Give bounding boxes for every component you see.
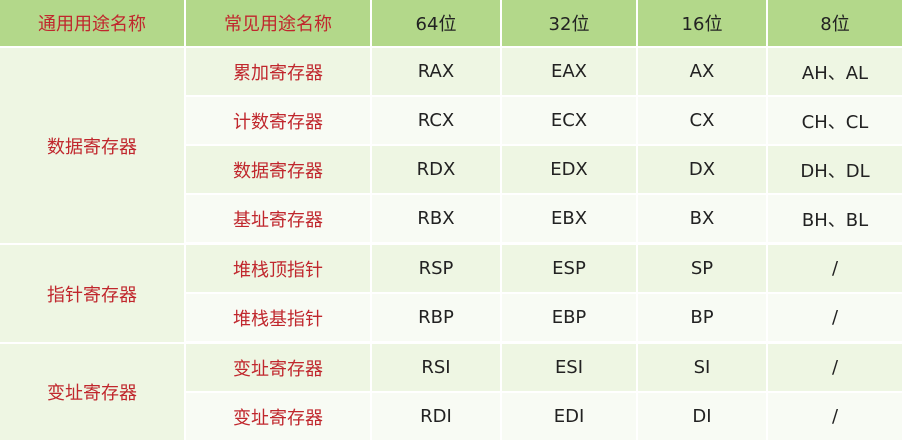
reg64-cell: RBP: [372, 294, 502, 344]
reg64-cell: RSI: [372, 344, 502, 393]
table-header: 通用用途名称 常见用途名称 64位 32位 16位 8位: [0, 0, 902, 48]
reg32-cell: EBP: [502, 294, 638, 344]
group-name-data-registers: 数据寄存器: [0, 48, 186, 245]
reg8-cell: /: [768, 294, 902, 344]
register-table: 通用用途名称 常见用途名称 64位 32位 16位 8位 数据寄存器 累加寄存器…: [0, 0, 902, 442]
table-body: 数据寄存器 累加寄存器 RAX EAX AX AH、AL 计数寄存器 RCX E…: [0, 48, 902, 442]
reg8-cell: /: [768, 393, 902, 442]
reg8-cell: AH、AL: [768, 48, 902, 97]
table-row: 数据寄存器 累加寄存器 RAX EAX AX AH、AL: [0, 48, 902, 245]
header-32bit: 32位: [502, 0, 638, 48]
table-row: 指针寄存器 堆栈顶指针 RSP ESP SP /: [0, 245, 902, 344]
reg8-cell: DH、DL: [768, 146, 902, 195]
reg8-cell: /: [768, 245, 902, 294]
reg16-cell: AX: [638, 48, 768, 97]
reg32-cell: EDX: [502, 146, 638, 195]
reg16-cell: BP: [638, 294, 768, 344]
purpose-cell: 数据寄存器: [186, 146, 372, 195]
reg32-cell: ECX: [502, 97, 638, 146]
reg64-cell: RBX: [372, 195, 502, 245]
reg64-cell: RAX: [372, 48, 502, 97]
reg16-cell: SP: [638, 245, 768, 294]
reg16-cell: BX: [638, 195, 768, 245]
reg32-cell: EBX: [502, 195, 638, 245]
purpose-cell: 计数寄存器: [186, 97, 372, 146]
reg64-cell: RDX: [372, 146, 502, 195]
purpose-cell: 累加寄存器: [186, 48, 372, 97]
purpose-cell: 基址寄存器: [186, 195, 372, 245]
reg16-cell: DX: [638, 146, 768, 195]
header-common-purpose: 常见用途名称: [186, 0, 372, 48]
reg32-cell: ESP: [502, 245, 638, 294]
reg64-cell: RDI: [372, 393, 502, 442]
reg64-cell: RCX: [372, 97, 502, 146]
group-name-index-registers: 变址寄存器: [0, 344, 186, 442]
reg8-cell: CH、CL: [768, 97, 902, 146]
header-row: 通用用途名称 常见用途名称 64位 32位 16位 8位: [0, 0, 902, 48]
reg64-cell: RSP: [372, 245, 502, 294]
reg32-cell: ESI: [502, 344, 638, 393]
group-name-pointer-registers: 指针寄存器: [0, 245, 186, 344]
reg32-cell: EDI: [502, 393, 638, 442]
purpose-cell: 变址寄存器: [186, 393, 372, 442]
reg16-cell: CX: [638, 97, 768, 146]
purpose-cell: 变址寄存器: [186, 344, 372, 393]
header-8bit: 8位: [768, 0, 902, 48]
reg16-cell: SI: [638, 344, 768, 393]
header-64bit: 64位: [372, 0, 502, 48]
reg32-cell: EAX: [502, 48, 638, 97]
table-row: 变址寄存器 变址寄存器 RSI ESI SI /: [0, 344, 902, 442]
header-16bit: 16位: [638, 0, 768, 48]
purpose-cell: 堆栈顶指针: [186, 245, 372, 294]
reg16-cell: DI: [638, 393, 768, 442]
header-general-purpose: 通用用途名称: [0, 0, 186, 48]
purpose-cell: 堆栈基指针: [186, 294, 372, 344]
reg8-cell: BH、BL: [768, 195, 902, 245]
reg8-cell: /: [768, 344, 902, 393]
